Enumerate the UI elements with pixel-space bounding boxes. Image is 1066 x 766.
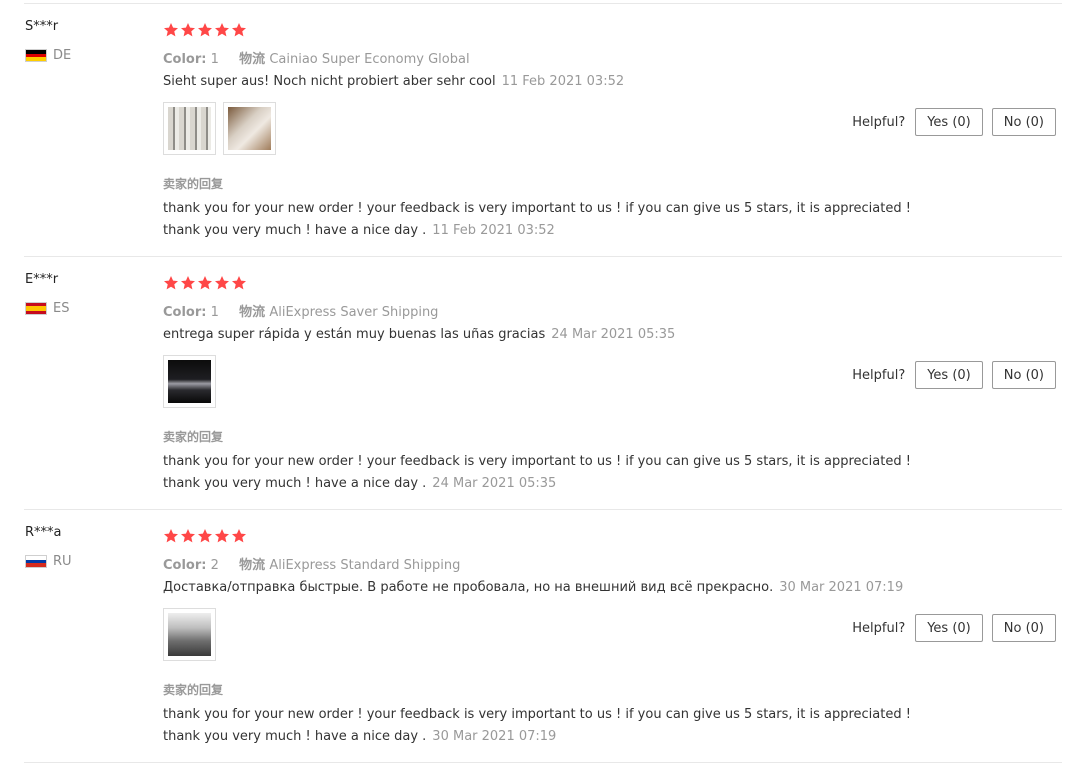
shipping-method: AliExpress Saver Shipping [269,305,439,320]
country-code: DE [53,48,72,63]
seller-reply-date: 24 Mar 2021 05:35 [432,476,557,491]
star-icon [180,275,197,291]
seller-reply: thank you for your new order ! your feed… [163,451,923,495]
helpful-no-button[interactable]: No (0) [991,361,1056,389]
review-photo-thumbnail[interactable] [163,102,216,155]
shipping-method: Cainiao Super Economy Global [269,52,470,67]
reviewer-country: DE [25,48,71,63]
reviewer-name: S***r [25,19,59,34]
review-images [163,608,223,661]
color-label: Color: [163,305,207,320]
star-icon [197,528,214,544]
helpful-label: Helpful? [852,367,906,383]
review-text: Sieht super aus! Noch nicht probiert abe… [163,74,496,89]
helpful-yes-button[interactable]: Yes (0) [915,361,983,389]
helpful-label: Helpful? [852,114,906,130]
helpful-vote: Helpful? Yes (0) No (0) [852,361,1056,389]
review-date: 11 Feb 2021 03:52 [501,74,625,89]
star-icon [180,528,197,544]
helpful-no-button[interactable]: No (0) [991,614,1056,642]
reviewer-country: RU [25,554,72,569]
star-icon [197,22,214,38]
review-photo-thumbnail[interactable] [223,102,276,155]
review-date: 24 Mar 2021 05:35 [551,327,676,342]
star-icon [214,528,231,544]
color-value: 1 [210,52,219,67]
review-divider [24,762,1062,763]
spain-flag-icon [25,302,47,315]
review-photo-thumbnail[interactable] [163,608,216,661]
star-icon [231,22,248,38]
helpful-vote: Helpful? Yes (0) No (0) [852,108,1056,136]
star-icon [231,275,248,291]
review-item: S***r DE Color: 1 物流 Cainiao Super Econo… [0,4,1066,257]
review-date: 30 Mar 2021 07:19 [779,580,904,595]
review-photo-thumbnail[interactable] [163,355,216,408]
russia-flag-icon [25,555,47,568]
seller-reply-date: 30 Mar 2021 07:19 [432,729,557,744]
review-text-line: Доставка/отправка быстрые. В работе не п… [163,580,903,595]
color-value: 1 [210,305,219,320]
seller-reply-label: 卖家的回复 [163,177,224,191]
germany-flag-icon [25,49,47,62]
reviewer-name: E***r [25,272,59,287]
review-text: Доставка/отправка быстрые. В работе не п… [163,580,774,595]
seller-reply-label: 卖家的回复 [163,683,224,697]
star-rating [163,275,248,293]
color-value: 2 [210,558,219,573]
color-label: Color: [163,52,207,67]
review-text-line: entrega super rápida y están muy buenas … [163,327,675,342]
shipping-label: 物流 [239,558,266,573]
country-code: ES [53,301,70,316]
order-info: Color: 1 物流 AliExpress Saver Shipping [163,301,438,320]
star-icon [214,275,231,291]
reviewer-name: R***a [25,525,62,540]
helpful-yes-button[interactable]: Yes (0) [915,108,983,136]
helpful-no-button[interactable]: No (0) [991,108,1056,136]
helpful-label: Helpful? [852,620,906,636]
order-info: Color: 2 物流 AliExpress Standard Shipping [163,554,460,573]
star-icon [180,22,197,38]
star-icon [231,528,248,544]
country-code: RU [53,554,72,569]
shipping-label: 物流 [239,305,266,320]
helpful-yes-button[interactable]: Yes (0) [915,614,983,642]
shipping-label: 物流 [239,52,266,67]
star-icon [163,22,180,38]
shipping-method: AliExpress Standard Shipping [269,558,461,573]
seller-reply: thank you for your new order ! your feed… [163,198,923,242]
color-label: Color: [163,558,207,573]
star-icon [197,275,214,291]
review-text: entrega super rápida y están muy buenas … [163,327,546,342]
reviewer-country: ES [25,301,69,316]
helpful-vote: Helpful? Yes (0) No (0) [852,614,1056,642]
seller-reply-label: 卖家的回复 [163,430,224,444]
seller-reply: thank you for your new order ! your feed… [163,704,923,748]
review-item: E***r ES Color: 1 物流 AliExpress Saver Sh… [0,257,1066,510]
star-icon [163,528,180,544]
review-images [163,102,283,155]
star-rating [163,22,248,40]
star-icon [163,275,180,291]
review-images [163,355,223,408]
seller-reply-date: 11 Feb 2021 03:52 [432,223,555,238]
review-item: R***a RU Color: 2 物流 AliExpress Standard… [0,510,1066,763]
star-icon [214,22,231,38]
review-text-line: Sieht super aus! Noch nicht probiert abe… [163,74,624,89]
star-rating [163,528,248,546]
order-info: Color: 1 物流 Cainiao Super Economy Global [163,48,470,67]
